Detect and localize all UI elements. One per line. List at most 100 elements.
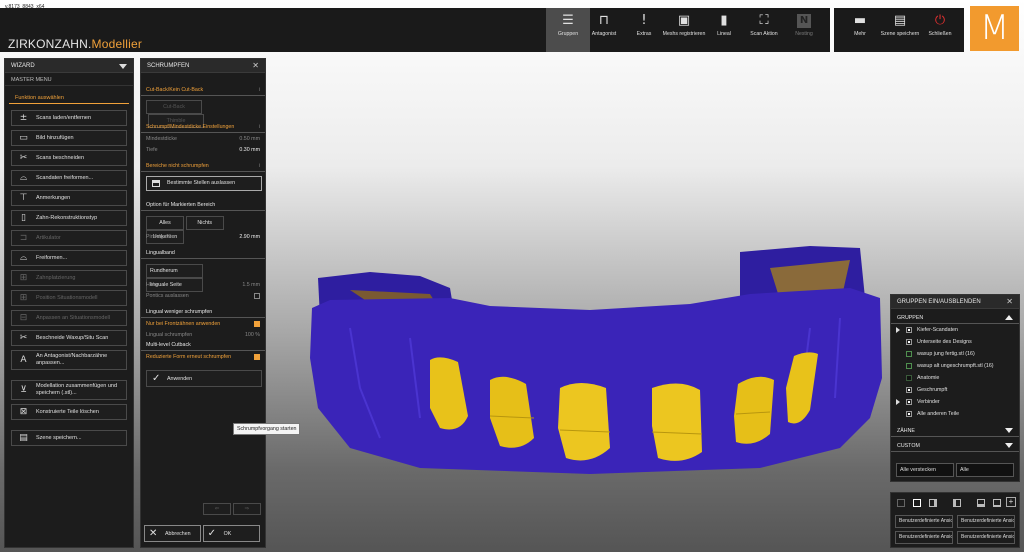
around-button[interactable]: Rundherum (146, 264, 203, 278)
wizard-freiformen-button[interactable]: ⌓ Freiformen... (11, 250, 127, 266)
group-checkbox[interactable] (906, 411, 912, 417)
skip-areas-button[interactable]: Bestimmte Stellen auslassen (146, 176, 262, 191)
select-all-button[interactable]: Alles (146, 216, 184, 230)
merge-save-icon: ⊻ (20, 385, 27, 395)
close-icon[interactable]: ✕ (252, 61, 259, 70)
group-item[interactable]: Verbinder (891, 396, 1019, 408)
pontics-row[interactable]: Pontics auslassen (141, 290, 265, 301)
view-square-icon[interactable] (977, 499, 985, 507)
custom-view-button[interactable]: Benutzerdefinierte Ansicht (895, 531, 953, 544)
toolbar-lineal-button[interactable]: ▮ Lineal (702, 8, 746, 52)
group-checkbox[interactable] (906, 375, 912, 381)
show-all-button[interactable]: Alle (956, 463, 1014, 477)
info-icon[interactable]: i (259, 124, 260, 130)
custom-view-button[interactable]: Benutzerdefinierte Ansicht (957, 515, 1015, 528)
front-teeth-checkbox[interactable] (254, 321, 260, 327)
undo-button[interactable]: ⇐ (203, 503, 231, 515)
expand-icon[interactable] (896, 327, 900, 333)
wizard-szene-speichern-button[interactable]: ▤ Szene speichern... (11, 430, 127, 446)
height-row[interactable]: Höhe 1.5 mm (141, 279, 265, 290)
group-item[interactable]: Geschrumpft (891, 384, 1019, 396)
custom-section-header[interactable]: CUSTOM (891, 439, 1019, 452)
pontics-checkbox[interactable] (254, 293, 260, 299)
scan-icon: ⛶ (759, 13, 769, 28)
wizard-modellation-speichern-button[interactable]: ⊻ Modellation zusammenfügen und speichern… (11, 380, 127, 400)
cutback-button[interactable]: Cut-Back (146, 100, 202, 114)
group-checkbox[interactable] (906, 363, 912, 369)
toolbar-close-button[interactable]: ⏻ Schließen (918, 8, 962, 52)
delete-parts-icon: ⊠ (19, 407, 28, 417)
toolbar-scan-aktion-button[interactable]: ⛶ Scan Aktion (742, 8, 786, 52)
redo-button[interactable]: ⇒ (232, 503, 261, 515)
select-none-button[interactable]: Nichts (185, 216, 224, 230)
group-item[interactable]: waxup alt ungeschrumpft.stl (16) (891, 360, 1019, 372)
apply-button[interactable]: ✓ Anwenden (146, 370, 262, 387)
group-item[interactable]: Kiefer-Scandaten (891, 324, 1019, 336)
front-teeth-row[interactable]: Nur bei Frontzähnen anwenden (141, 318, 265, 329)
wizard-scandaten-freiformen-button[interactable]: ⌓ Scandaten freiformen... (11, 170, 127, 186)
hide-all-button[interactable]: Alle verstecken (896, 463, 954, 477)
toolbar-antagonist-button[interactable]: ⊓ Antagonist (582, 8, 626, 52)
group-item[interactable]: Unterseite des Designs (891, 336, 1019, 348)
wizard-header[interactable]: WIZARD (5, 59, 133, 73)
reduced-form-checkbox[interactable] (254, 354, 260, 360)
custom-view-button[interactable]: Benutzerdefinierte Ansicht (957, 531, 1015, 544)
lingual-less-section: Lingual weniger schrumpfen (141, 301, 265, 318)
group-item[interactable]: Anatomie (891, 372, 1019, 384)
annotation-icon: ⊤ (19, 193, 28, 203)
group-checkbox[interactable] (906, 327, 912, 333)
close-icon[interactable]: ✕ (1006, 297, 1013, 306)
schrumpfen-panel: SCHRUMPFEN ✕ Cut-Back/Kein Cut-Back i Cut-… (140, 58, 266, 548)
antagonist-icon: ⊓ (598, 13, 610, 28)
ok-button[interactable]: ✓ OK (202, 525, 260, 542)
wizard-zahn-rekonstruktion-button[interactable]: ▯ Zahn-Rekonstruktionstyp (11, 210, 127, 226)
add-view-icon[interactable]: + (1006, 497, 1016, 507)
cancel-button[interactable]: ✕ Abbrechen (144, 525, 201, 542)
reduced-form-row[interactable]: Reduzierte Form erneut schrumpfen (141, 351, 265, 362)
wizard-beschneide-waxup-button[interactable]: ✂ Beschneide Waxup/Situ Scan (11, 330, 127, 346)
expand-icon[interactable] (896, 399, 900, 405)
info-icon[interactable]: i (259, 163, 260, 169)
wizard-position-situationsmodell-button[interactable]: ⊞ Position Situationsmodell (11, 290, 127, 306)
wizard-zahnplatzierung-button[interactable]: ⊞ Zahnplatzierung (11, 270, 127, 286)
toolbar-nesting-button[interactable]: N Nesting (782, 8, 826, 52)
wizard-bild-button[interactable]: ▭ Bild hinzufügen (11, 130, 127, 146)
custom-view-button[interactable]: Benutzerdefinierte Ansicht (895, 515, 953, 528)
info-icon[interactable]: i (259, 87, 260, 93)
wizard-anmerkungen-button[interactable]: ⊤ Anmerkungen (11, 190, 127, 206)
group-checkbox[interactable] (906, 387, 912, 393)
more-icon: ▬ (853, 13, 867, 28)
toolbar-save-scene-button[interactable]: ▤ Szene speichern (878, 8, 922, 52)
arrow-right-icon: ⇒ (244, 506, 249, 512)
group-checkbox[interactable] (906, 339, 912, 345)
toolbar-meshs-button[interactable]: ▣ Meshs registrieren (662, 8, 706, 52)
dental-model[interactable] (290, 238, 890, 478)
view-square-icon[interactable] (993, 499, 1001, 507)
group-checkbox[interactable] (906, 399, 912, 405)
view-square-icon[interactable] (897, 499, 905, 507)
brush-size-row[interactable]: Pinselgröße 2.90 mm (141, 231, 265, 242)
view-square-icon[interactable] (929, 499, 937, 507)
wizard-anpassen-situationsmodell-button[interactable]: ⊟ Anpassen an Situationsmodell (11, 310, 127, 326)
view-square-icon[interactable] (953, 499, 961, 507)
chevron-down-icon (1005, 443, 1013, 448)
wizard-teile-loeschen-button[interactable]: ⊠ Konstruierte Teile löschen (11, 404, 127, 420)
lingual-shrink-row[interactable]: Lingual schrumpfen 100 % (141, 329, 265, 340)
group-checkbox[interactable] (906, 351, 912, 357)
ruler-icon: ▮ (720, 13, 728, 28)
wizard-scans-laden-button[interactable]: ± Scans laden/entfernen (11, 110, 127, 126)
toolbar-extras-button[interactable]: ! Extras (622, 8, 666, 52)
view-square-icon[interactable] (913, 499, 921, 507)
teeth-section-header[interactable]: ZÄHNE (891, 424, 1019, 437)
wizard-artikulator-button[interactable]: ⊐ Artikulator (11, 230, 127, 246)
freeform-icon: ⌓ (19, 173, 28, 183)
min-thickness-row: Mindestdicke 0.50 mm (146, 136, 260, 142)
wizard-scans-beschneiden-button[interactable]: ✂ Scans beschneiden (11, 150, 127, 166)
chevron-down-icon[interactable] (119, 64, 127, 69)
toolbar-mehr-button[interactable]: ▬ Mehr (838, 8, 882, 52)
group-item[interactable]: waxup jung fertig.stl (16) (891, 348, 1019, 360)
wizard-antagonist-anpassen-button[interactable]: A An Antagonist/Nachbarzähne anpassen... (11, 350, 127, 370)
group-item[interactable]: Alle anderen Teile (891, 408, 1019, 420)
groups-section-header[interactable]: GRUPPEN (891, 311, 1019, 324)
adapt-model-icon: ⊟ (19, 313, 28, 323)
